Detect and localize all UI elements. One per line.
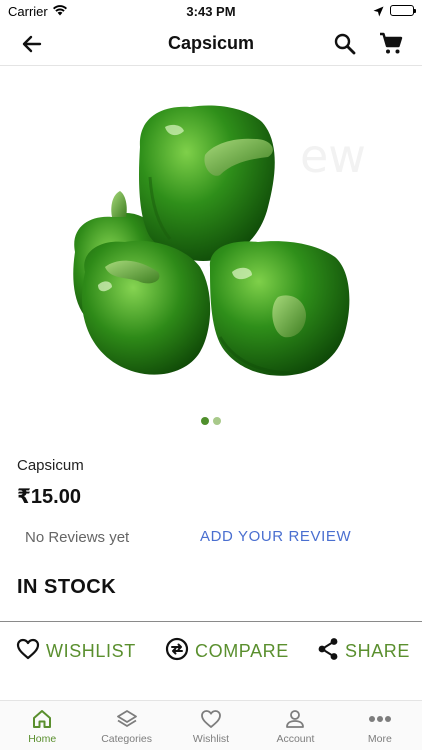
product-price: ₹15.00 — [17, 486, 81, 508]
nav-item-account[interactable]: Account — [253, 701, 337, 750]
nav-item-home[interactable]: Home — [0, 701, 84, 750]
nav-item-more[interactable]: More — [338, 701, 422, 750]
compare-icon — [165, 637, 189, 666]
carousel-indicator — [0, 417, 422, 427]
battery-icon — [390, 5, 416, 16]
nav-label-account: Account — [276, 733, 315, 745]
add-review-link[interactable]: ADD YOUR REVIEW — [200, 528, 351, 545]
compare-button[interactable]: COMPARE — [165, 637, 289, 665]
carousel-dot[interactable] — [213, 417, 221, 425]
bottom-navigation: Home Categories Wishlist Account More — [0, 700, 422, 750]
app-bar: Capsicum — [0, 22, 422, 66]
nav-item-categories[interactable]: Categories — [84, 701, 168, 750]
divider — [0, 621, 422, 622]
compare-label: COMPARE — [195, 640, 289, 661]
status-time: 3:43 PM — [186, 4, 236, 19]
svg-text:ew: ew — [300, 129, 366, 183]
nav-label-home: Home — [28, 733, 57, 745]
home-icon — [0, 709, 84, 729]
stock-status: IN STOCK — [17, 576, 117, 598]
carousel-dot-active[interactable] — [201, 417, 209, 425]
location-arrow-icon — [373, 4, 384, 22]
heart-icon — [16, 638, 40, 665]
layers-icon — [84, 709, 168, 729]
status-bar: Carrier 3:43 PM — [0, 0, 422, 22]
share-button[interactable]: SHARE — [317, 637, 410, 665]
cart-icon[interactable] — [378, 31, 404, 57]
account-icon — [253, 709, 337, 729]
wishlist-button[interactable]: WISHLIST — [16, 637, 136, 665]
bell-peppers-image: ew — [73, 105, 366, 376]
nav-label-more: More — [367, 733, 392, 745]
page-title: Capsicum — [167, 33, 255, 53]
nav-item-wishlist[interactable]: Wishlist — [169, 701, 253, 750]
product-name: Capsicum — [17, 457, 84, 474]
share-icon — [317, 637, 339, 666]
product-image-carousel[interactable]: ew — [0, 67, 422, 412]
heart-outline-icon — [169, 709, 253, 729]
nav-label-categories: Categories — [101, 733, 152, 745]
more-dots-icon — [338, 709, 422, 729]
nav-label-wishlist: Wishlist — [192, 733, 230, 745]
share-label: SHARE — [345, 640, 411, 661]
wishlist-label: WISHLIST — [46, 640, 136, 661]
search-icon[interactable] — [332, 31, 358, 57]
reviews-status: No Reviews yet — [25, 529, 130, 546]
